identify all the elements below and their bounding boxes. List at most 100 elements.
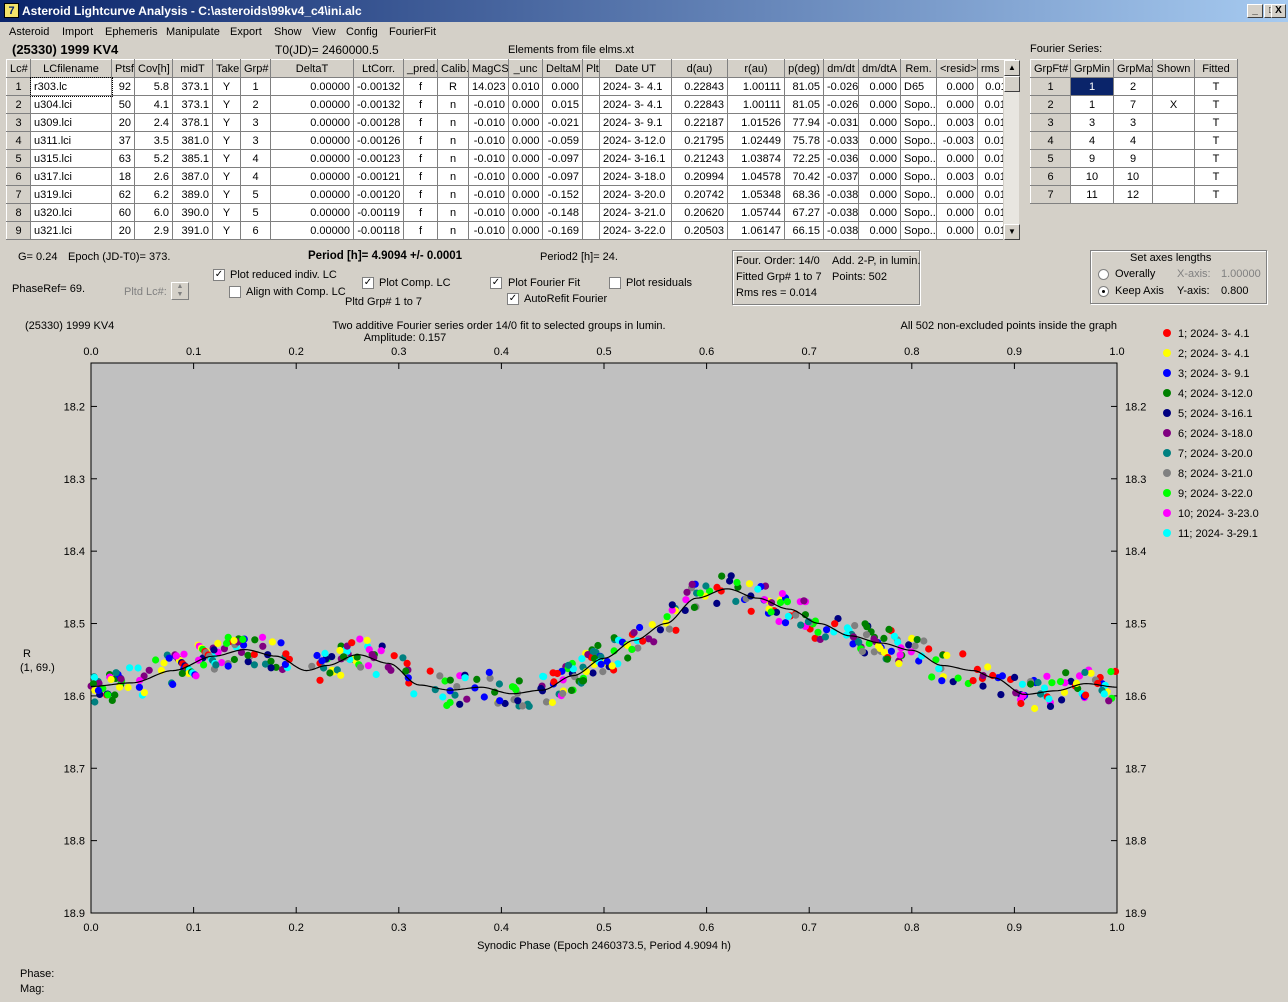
fs-col-header[interactable]: Shown bbox=[1152, 59, 1195, 78]
table-cell[interactable]: 63 bbox=[111, 149, 135, 168]
table-cell[interactable] bbox=[1152, 149, 1195, 168]
table-cell[interactable]: 5 bbox=[1030, 149, 1071, 168]
table-cell[interactable]: 1 bbox=[1030, 77, 1071, 96]
table-cell[interactable]: 0.000 bbox=[858, 203, 901, 222]
table-cell[interactable]: Sopo... bbox=[900, 203, 937, 222]
table-cell[interactable]: n bbox=[437, 203, 469, 222]
table-cell[interactable] bbox=[582, 95, 600, 114]
table-cell[interactable]: -0.010 bbox=[468, 185, 509, 204]
lc-col-header[interactable]: midT bbox=[172, 59, 213, 78]
plot-residuals-checkbox[interactable] bbox=[609, 277, 621, 289]
table-cell[interactable]: 4 bbox=[6, 131, 31, 150]
lc-col-header[interactable]: Cov[h] bbox=[134, 59, 173, 78]
table-cell[interactable]: 6 bbox=[6, 167, 31, 186]
table-cell[interactable]: -0.097 bbox=[542, 149, 583, 168]
table-cell[interactable] bbox=[582, 185, 600, 204]
table-cell[interactable]: -0.010 bbox=[468, 203, 509, 222]
plot-reduced-checkbox[interactable]: ✓ bbox=[213, 269, 225, 281]
table-cell[interactable]: 4 bbox=[240, 149, 271, 168]
table-cell[interactable]: 0.000 bbox=[936, 77, 978, 96]
table-cell[interactable]: 0.000 bbox=[508, 167, 543, 186]
table-cell[interactable]: 1.05744 bbox=[727, 203, 785, 222]
table-cell[interactable]: 7 bbox=[1030, 185, 1071, 204]
table-cell[interactable]: 0.003 bbox=[936, 113, 978, 132]
table-cell[interactable]: 2.4 bbox=[134, 113, 173, 132]
table-cell[interactable]: 2024- 3-16.1 bbox=[599, 149, 672, 168]
table-cell[interactable]: Y bbox=[212, 167, 241, 186]
table-cell[interactable]: u315.lci bbox=[30, 149, 112, 168]
table-cell[interactable]: Sopo... bbox=[900, 149, 937, 168]
lc-col-header[interactable]: Grp# bbox=[240, 59, 271, 78]
fourier-series-table[interactable]: GrpFt# GrpMin GrpMax Shown Fitted 1 1 2 T 2 1 7 X T 3 3… bbox=[1030, 59, 1238, 204]
table-cell[interactable]: -0.00118 bbox=[353, 221, 404, 240]
table-cell[interactable]: -0.00120 bbox=[353, 185, 404, 204]
table-cell[interactable] bbox=[1152, 185, 1195, 204]
table-cell[interactable]: 0.21243 bbox=[671, 149, 728, 168]
table-row[interactable]: 4 u311.lci 37 3.5 381.0 Y 3 0.00000 -0.00126 f n -0… bbox=[6, 131, 1016, 150]
table-cell[interactable]: 0.00000 bbox=[270, 167, 354, 186]
table-cell[interactable]: 389.0 bbox=[172, 185, 213, 204]
table-cell[interactable]: -0.038 bbox=[823, 203, 859, 222]
table-cell[interactable]: 3 bbox=[6, 113, 31, 132]
table-cell[interactable]: 0.20742 bbox=[671, 185, 728, 204]
table-cell[interactable]: T bbox=[1194, 167, 1238, 186]
table-cell[interactable]: 385.1 bbox=[172, 149, 213, 168]
table-cell[interactable]: -0.033 bbox=[823, 131, 859, 150]
table-cell[interactable]: -0.00126 bbox=[353, 131, 404, 150]
table-cell[interactable]: f bbox=[403, 185, 438, 204]
table-cell[interactable]: 2024- 3-20.0 bbox=[599, 185, 672, 204]
table-cell[interactable]: 68.36 bbox=[784, 185, 824, 204]
align-comp-checkbox[interactable] bbox=[229, 286, 241, 298]
table-cell[interactable]: 0.00000 bbox=[270, 77, 354, 96]
table-cell[interactable]: 0.000 bbox=[936, 203, 978, 222]
table-cell[interactable]: 2024- 3-21.0 bbox=[599, 203, 672, 222]
table-cell[interactable]: -0.010 bbox=[468, 113, 509, 132]
menu-config[interactable]: Config bbox=[346, 26, 378, 38]
table-cell[interactable]: 1.04578 bbox=[727, 167, 785, 186]
table-cell[interactable]: 4 bbox=[240, 167, 271, 186]
table-row[interactable]: 444T bbox=[1030, 131, 1238, 150]
table-row[interactable]: 112T bbox=[1030, 77, 1238, 96]
lc-col-header[interactable]: d(au) bbox=[671, 59, 728, 78]
table-cell[interactable]: 391.0 bbox=[172, 221, 213, 240]
table-cell[interactable]: -0.152 bbox=[542, 185, 583, 204]
table-cell[interactable]: T bbox=[1194, 185, 1238, 204]
table-cell[interactable]: -0.00121 bbox=[353, 167, 404, 186]
table-cell[interactable] bbox=[582, 149, 600, 168]
table-cell[interactable]: T bbox=[1194, 77, 1238, 96]
lc-col-header[interactable]: _unc bbox=[508, 59, 543, 78]
table-cell[interactable]: n bbox=[437, 167, 469, 186]
table-cell[interactable]: 0.20503 bbox=[671, 221, 728, 240]
table-cell[interactable]: 3 bbox=[240, 113, 271, 132]
lightcurve-table[interactable]: Lc# LCfilename Ptsf Cov[h] midT Take Grp# Delta… bbox=[6, 59, 1016, 240]
table-cell[interactable]: 0.015 bbox=[542, 95, 583, 114]
table-cell[interactable]: 18 bbox=[111, 167, 135, 186]
table-cell[interactable]: 1.03874 bbox=[727, 149, 785, 168]
table-cell[interactable]: R bbox=[437, 77, 469, 96]
lc-col-header[interactable]: Date UT bbox=[599, 59, 672, 78]
table-cell[interactable]: Sopo... bbox=[900, 221, 937, 240]
table-cell[interactable]: 0.22187 bbox=[671, 113, 728, 132]
keep-axis-radio[interactable] bbox=[1098, 286, 1109, 297]
table-cell[interactable]: 0.000 bbox=[858, 113, 901, 132]
table-cell[interactable]: Y bbox=[212, 77, 241, 96]
table-cell[interactable]: 0.000 bbox=[858, 131, 901, 150]
table-cell[interactable]: 6 bbox=[240, 221, 271, 240]
table-cell[interactable] bbox=[582, 167, 600, 186]
table-cell[interactable]: 0.000 bbox=[508, 113, 543, 132]
lc-col-header[interactable]: _pred. bbox=[403, 59, 438, 78]
lc-col-header[interactable]: Calib. bbox=[437, 59, 469, 78]
table-cell[interactable]: 9 bbox=[1070, 149, 1114, 168]
table-cell[interactable]: -0.00123 bbox=[353, 149, 404, 168]
table-scrollbar[interactable]: ▲ ▼ bbox=[1003, 60, 1020, 240]
table-cell[interactable]: 3 bbox=[1113, 113, 1153, 132]
table-cell[interactable]: 2 bbox=[1113, 77, 1153, 96]
fs-col-header[interactable]: Fitted bbox=[1194, 59, 1238, 78]
table-cell[interactable]: n bbox=[437, 131, 469, 150]
table-cell[interactable]: 92 bbox=[111, 77, 135, 96]
lc-col-header[interactable]: MagCS bbox=[468, 59, 509, 78]
table-cell[interactable]: 81.05 bbox=[784, 95, 824, 114]
table-cell[interactable]: u317.lci bbox=[30, 167, 112, 186]
table-cell[interactable]: 381.0 bbox=[172, 131, 213, 150]
lc-col-header[interactable]: p(deg) bbox=[784, 59, 824, 78]
